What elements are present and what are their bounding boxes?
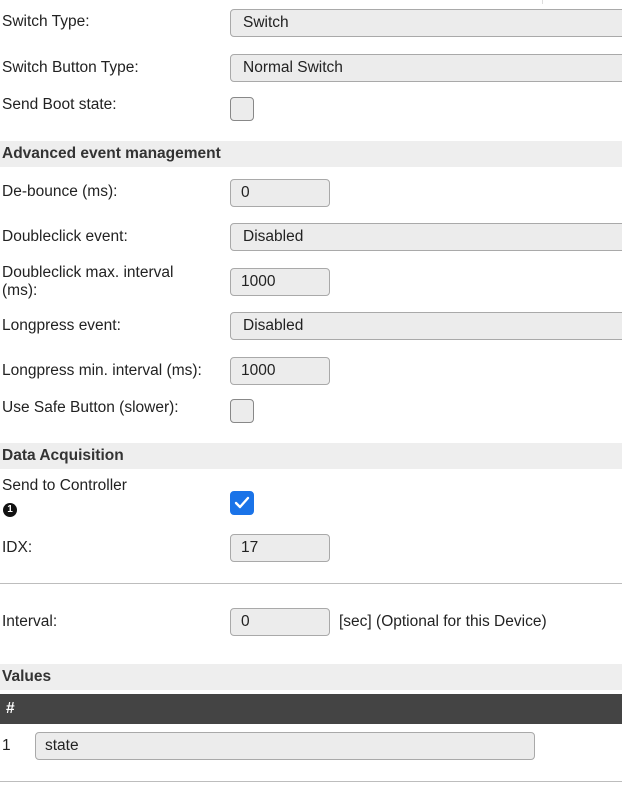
switch-type-select[interactable]: Switch <box>230 9 622 37</box>
interval-label: Interval: <box>2 613 58 630</box>
divider <box>0 583 622 584</box>
doubleclick-interval-label-line1: Doubleclick max. interval <box>2 264 174 281</box>
doubleclick-event-label: Doubleclick event: <box>2 228 128 245</box>
section-advanced-event-management: Advanced event management <box>0 141 622 167</box>
safe-button-checkbox[interactable] <box>230 399 254 423</box>
switch-button-type-label: Switch Button Type: <box>2 59 139 76</box>
safe-button-label: Use Safe Button (slower): <box>2 399 179 416</box>
idx-label: IDX: <box>2 539 33 556</box>
doubleclick-event-select[interactable]: Disabled <box>230 223 622 251</box>
idx-input[interactable]: 17 <box>230 534 330 562</box>
doubleclick-interval-label-line2: (ms): <box>2 282 38 299</box>
longpress-interval-input[interactable]: 1000 <box>230 357 330 385</box>
switch-type-label: Switch Type: <box>2 13 90 30</box>
top-tabs-edge <box>432 0 622 4</box>
section-data-acquisition: Data Acquisition <box>0 443 622 469</box>
longpress-event-select[interactable]: Disabled <box>230 312 622 340</box>
divider <box>0 781 622 782</box>
value-row-index: 1 <box>2 737 11 754</box>
controller-number-badge: 1 <box>3 503 17 517</box>
send-to-controller-label: Send to Controller <box>2 477 127 494</box>
send-boot-state-label: Send Boot state: <box>2 96 117 113</box>
interval-note: [sec] (Optional for this Device) <box>339 613 547 630</box>
values-table-header: # <box>0 694 622 724</box>
debounce-input[interactable]: 0 <box>230 179 330 207</box>
send-to-controller-checkbox[interactable] <box>230 491 254 515</box>
debounce-label: De-bounce (ms): <box>2 183 118 200</box>
section-values: Values <box>0 664 622 690</box>
tab-edge <box>432 0 543 4</box>
send-boot-state-checkbox[interactable] <box>230 97 254 121</box>
value-name-input[interactable]: state <box>35 732 535 760</box>
switch-button-type-select[interactable]: Normal Switch <box>230 54 622 82</box>
longpress-interval-label: Longpress min. interval (ms): <box>2 362 202 379</box>
doubleclick-interval-label: Doubleclick max. interval (ms): <box>2 264 173 300</box>
longpress-event-label: Longpress event: <box>2 317 121 334</box>
doubleclick-interval-input[interactable]: 1000 <box>230 268 330 296</box>
interval-input[interactable]: 0 <box>230 608 330 636</box>
checkmark-icon <box>234 496 250 509</box>
